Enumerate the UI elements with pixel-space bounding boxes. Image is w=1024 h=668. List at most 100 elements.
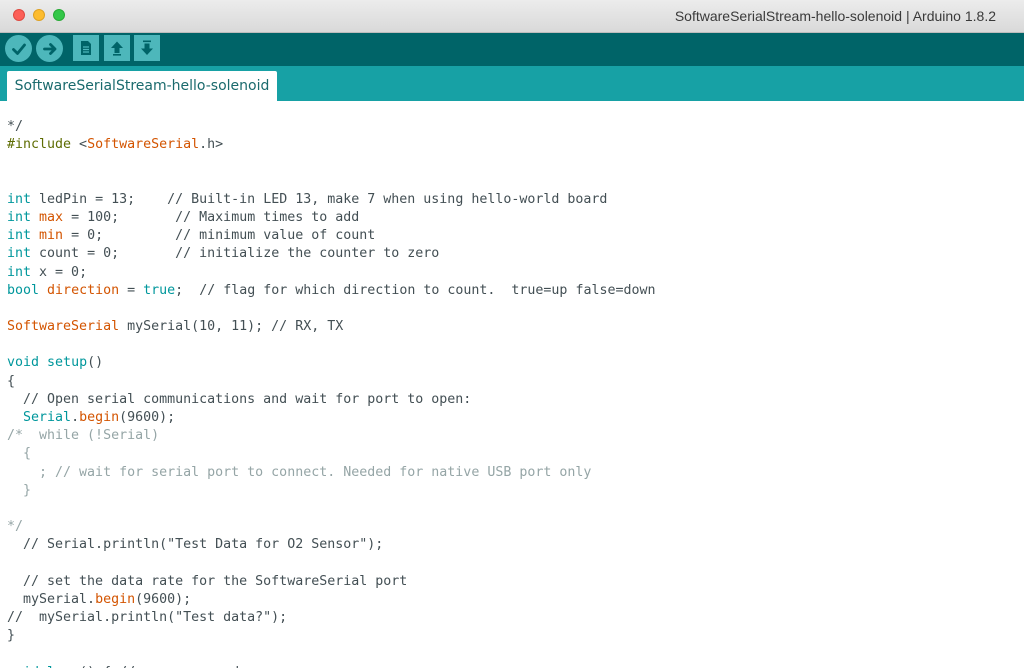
code-line: // Serial.println("Test Data for O2 Sens…: [7, 536, 656, 554]
code-line: {: [7, 445, 656, 463]
code-line: int min = 0; // minimum value of count: [7, 227, 656, 245]
arrow-up-icon: [111, 41, 123, 56]
code-token: }: [7, 482, 32, 498]
code-token: () { // run over and over: [79, 665, 279, 668]
document-icon: [81, 41, 91, 55]
code-token: = 0; // minimum value of count: [63, 228, 376, 244]
code-token: // Open serial communications and wait f…: [7, 391, 472, 407]
code-line: }: [7, 482, 656, 500]
code-line: ​: [7, 500, 656, 518]
code-token: #include: [7, 137, 72, 153]
code-line: ; // wait for serial port to connect. Ne…: [7, 464, 656, 482]
code-token: loop: [47, 665, 79, 668]
code-text[interactable]: */#include <SoftwareSerial.h>​​int ledPi…: [7, 118, 656, 668]
code-token: .h>: [199, 137, 224, 153]
verify-button[interactable]: [5, 35, 32, 62]
new-sketch-button[interactable]: [73, 35, 99, 61]
code-line: int count = 0; // initialize the counter…: [7, 245, 656, 263]
close-window-button[interactable]: [13, 9, 25, 21]
arrow-right-icon: [42, 42, 56, 55]
code-token: .: [71, 410, 80, 425]
code-token: max: [39, 209, 64, 225]
code-token: }: [7, 628, 16, 644]
code-token: SoftwareSerial: [87, 137, 200, 153]
code-token: ; // flag for which direction to count. …: [175, 282, 656, 298]
code-token: mySerial.: [7, 591, 96, 607]
toolbar: [0, 33, 1024, 66]
code-token: // set the data rate for the SoftwareSer…: [7, 573, 408, 589]
code-token: bool: [7, 282, 40, 298]
window-title: SoftwareSerialStream-hello-solenoid | Ar…: [674, 8, 996, 24]
code-token: =: [119, 282, 144, 298]
code-line: mySerial.begin(9600);: [7, 591, 656, 609]
code-line: void setup(): [7, 354, 656, 372]
code-token: (9600);: [119, 410, 176, 425]
tab-bar: SoftwareSerialStream-hello-solenoid: [0, 66, 1024, 101]
code-line: ​: [7, 336, 656, 354]
code-line: // mySerial.println("Test data?");: [7, 609, 656, 627]
code-line: ​: [7, 555, 656, 573]
code-line: // set the data rate for the SoftwareSer…: [7, 573, 656, 591]
code-line: void loop() { // run over and over: [7, 664, 656, 668]
code-token: ledPin = 13; // Built-in LED 13, make 7 …: [31, 191, 608, 207]
code-token: min: [39, 228, 64, 244]
code-token: int: [7, 209, 32, 225]
code-token: x = 0;: [31, 264, 88, 280]
code-token: (9600);: [135, 591, 192, 607]
code-token: (): [87, 355, 104, 371]
code-token: int: [7, 246, 32, 262]
code-line: }: [7, 627, 656, 645]
code-token: setup: [47, 355, 88, 371]
code-token: // mySerial.println("Test data?");: [7, 610, 288, 626]
code-token: /* while (!Serial): [7, 428, 160, 444]
code-line: ​: [7, 300, 656, 318]
code-token: */: [7, 119, 24, 134]
code-token: int: [7, 191, 32, 207]
code-token: true: [143, 282, 176, 298]
check-icon: [11, 43, 26, 55]
code-token: ; // wait for serial port to connect. Ne…: [7, 464, 592, 480]
code-line: int ledPin = 13; // Built-in LED 13, mak…: [7, 191, 656, 209]
code-editor[interactable]: */#include <SoftwareSerial.h>​​int ledPi…: [0, 101, 1024, 668]
code-line: */: [7, 118, 656, 136]
save-button[interactable]: [134, 35, 160, 61]
tab-sketch[interactable]: SoftwareSerialStream-hello-solenoid: [7, 71, 277, 101]
open-button[interactable]: [104, 35, 130, 61]
code-line: // Open serial communications and wait f…: [7, 391, 656, 409]
code-line: */: [7, 518, 656, 536]
code-token: // Serial.println("Test Data for O2 Sens…: [7, 537, 384, 553]
code-token: mySerial(10, 11); // RX, TX: [119, 319, 344, 335]
code-token: int: [7, 264, 32, 280]
code-token: {: [7, 373, 16, 389]
upload-button[interactable]: [36, 35, 63, 62]
minimize-window-button[interactable]: [33, 9, 45, 21]
code-line: #include <SoftwareSerial.h>: [7, 136, 656, 154]
code-token: begin: [95, 591, 136, 607]
zoom-window-button[interactable]: [53, 9, 65, 21]
code-line: ​: [7, 645, 656, 663]
code-token: */: [7, 519, 24, 535]
code-token: <: [71, 137, 88, 153]
arrow-down-icon: [141, 40, 153, 55]
code-line: ​: [7, 173, 656, 191]
title-bar: SoftwareSerialStream-hello-solenoid | Ar…: [0, 0, 1024, 33]
code-token: begin: [79, 410, 120, 425]
code-token: SoftwareSerial: [7, 319, 120, 335]
code-token: Serial: [23, 410, 72, 425]
code-line: ​: [7, 154, 656, 172]
code-token: void: [7, 665, 39, 668]
code-token: {: [7, 446, 32, 462]
code-token: = 100; // Maximum times to add: [63, 209, 360, 225]
code-token: void: [7, 355, 40, 371]
code-line: bool direction = true; // flag for which…: [7, 282, 656, 300]
code-line: {: [7, 373, 656, 391]
code-token: direction: [47, 282, 120, 298]
code-token: count = 0; // initialize the counter to …: [31, 246, 440, 262]
code-line: /* while (!Serial): [7, 427, 656, 445]
